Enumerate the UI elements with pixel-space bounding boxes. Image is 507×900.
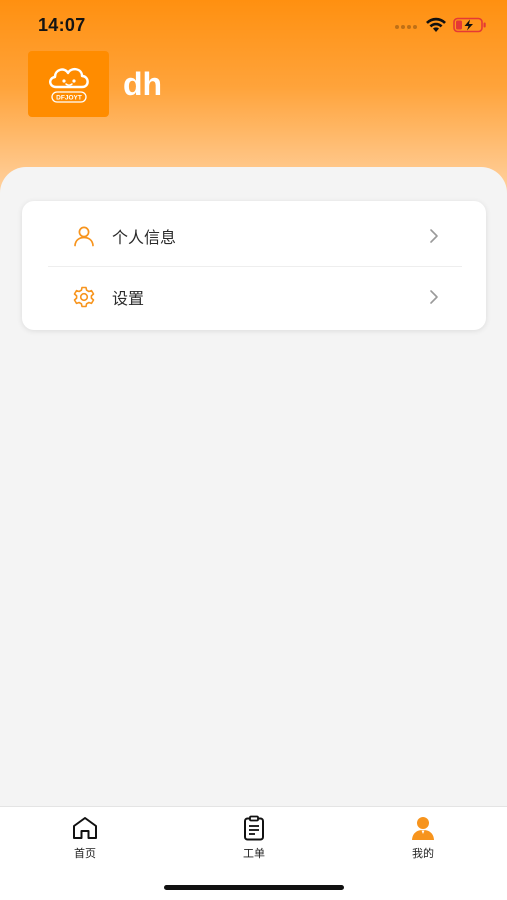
status-time: 14:07 (38, 15, 86, 35)
username: dh (123, 65, 163, 102)
tab-work-order[interactable]: 工单 (214, 815, 294, 861)
tab-home[interactable]: 首页 (45, 815, 125, 861)
menu-item-personal-info[interactable]: 个人信息 (22, 204, 486, 268)
tab-label: 工单 (243, 847, 265, 860)
wifi-icon (426, 17, 446, 32)
status-bar: 14:07 (0, 0, 507, 48)
clipboard-icon (244, 815, 264, 841)
tab-label: 我的 (412, 847, 434, 860)
battery-charging-icon (453, 17, 486, 33)
home-icon (73, 817, 97, 839)
profile-header: DFJOYT dh (28, 51, 162, 117)
menu-item-label: 设置 (112, 289, 145, 308)
gear-icon (73, 286, 95, 308)
home-indicator (164, 885, 344, 890)
person-icon (412, 817, 434, 840)
chevron-right-icon (430, 229, 438, 243)
cellular-signal-icon (395, 18, 419, 32)
tab-mine[interactable]: 我的 (383, 815, 463, 861)
chevron-right-icon (430, 290, 438, 304)
status-icons (395, 17, 487, 33)
menu-item-settings[interactable]: 设置 (22, 265, 486, 329)
tab-label: 首页 (74, 847, 96, 860)
user-icon (74, 226, 94, 247)
menu-card: 个人信息 设置 (22, 201, 486, 330)
svg-text:DFJOYT: DFJOYT (56, 95, 82, 102)
avatar[interactable]: DFJOYT (28, 51, 109, 117)
cloud-logo-icon: DFJOYT (48, 68, 89, 103)
menu-item-label: 个人信息 (112, 228, 177, 247)
